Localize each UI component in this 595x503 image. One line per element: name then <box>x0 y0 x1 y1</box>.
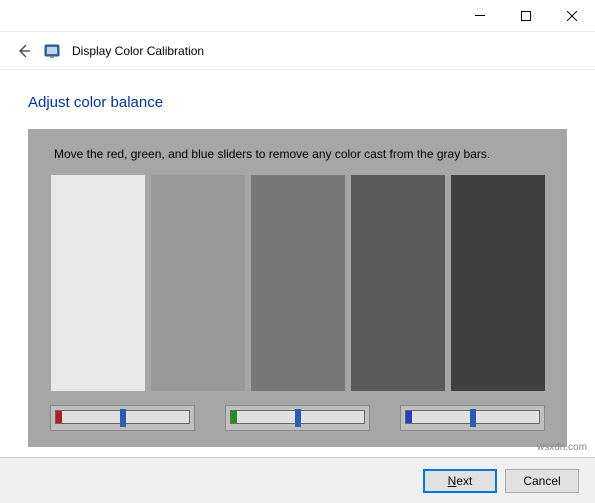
red-slider-fill <box>56 411 62 423</box>
header-bar: Display Color Calibration <box>0 32 595 70</box>
blue-slider-thumb[interactable] <box>470 409 476 427</box>
button-bar: Next Cancel <box>0 457 595 503</box>
cancel-button[interactable]: Cancel <box>505 469 579 493</box>
maximize-icon <box>521 11 531 21</box>
watermark: wsxdn.com <box>537 442 587 453</box>
maximize-button[interactable] <box>503 0 549 32</box>
gray-bar-1 <box>51 175 145 391</box>
close-button[interactable] <box>549 0 595 32</box>
gray-bars <box>50 175 545 391</box>
minimize-icon <box>475 15 485 16</box>
back-button[interactable] <box>16 43 32 59</box>
green-slider[interactable] <box>225 405 370 431</box>
page-heading: Adjust color balance <box>28 94 567 111</box>
red-slider[interactable] <box>50 405 195 431</box>
close-icon <box>567 11 577 21</box>
gray-bar-4 <box>351 175 445 391</box>
calibration-panel: Move the red, green, and blue sliders to… <box>28 129 567 447</box>
green-slider-track <box>230 410 365 424</box>
gray-bar-3 <box>251 175 345 391</box>
green-slider-fill <box>231 411 237 423</box>
green-slider-thumb[interactable] <box>295 409 301 427</box>
gray-bar-2 <box>151 175 245 391</box>
red-slider-track <box>55 410 190 424</box>
slider-row <box>50 405 545 431</box>
blue-slider-fill <box>406 411 412 423</box>
titlebar <box>0 0 595 32</box>
minimize-button[interactable] <box>457 0 503 32</box>
app-icon <box>44 43 60 59</box>
blue-slider-track <box>405 410 540 424</box>
content-area: Adjust color balance Move the red, green… <box>0 70 595 447</box>
gray-bar-5 <box>451 175 545 391</box>
back-arrow-icon <box>16 43 32 59</box>
instruction-text: Move the red, green, and blue sliders to… <box>50 147 545 161</box>
next-button[interactable]: Next <box>423 469 497 493</box>
next-button-label: ext <box>456 474 472 488</box>
window-title: Display Color Calibration <box>72 44 204 58</box>
red-slider-thumb[interactable] <box>120 409 126 427</box>
blue-slider[interactable] <box>400 405 545 431</box>
